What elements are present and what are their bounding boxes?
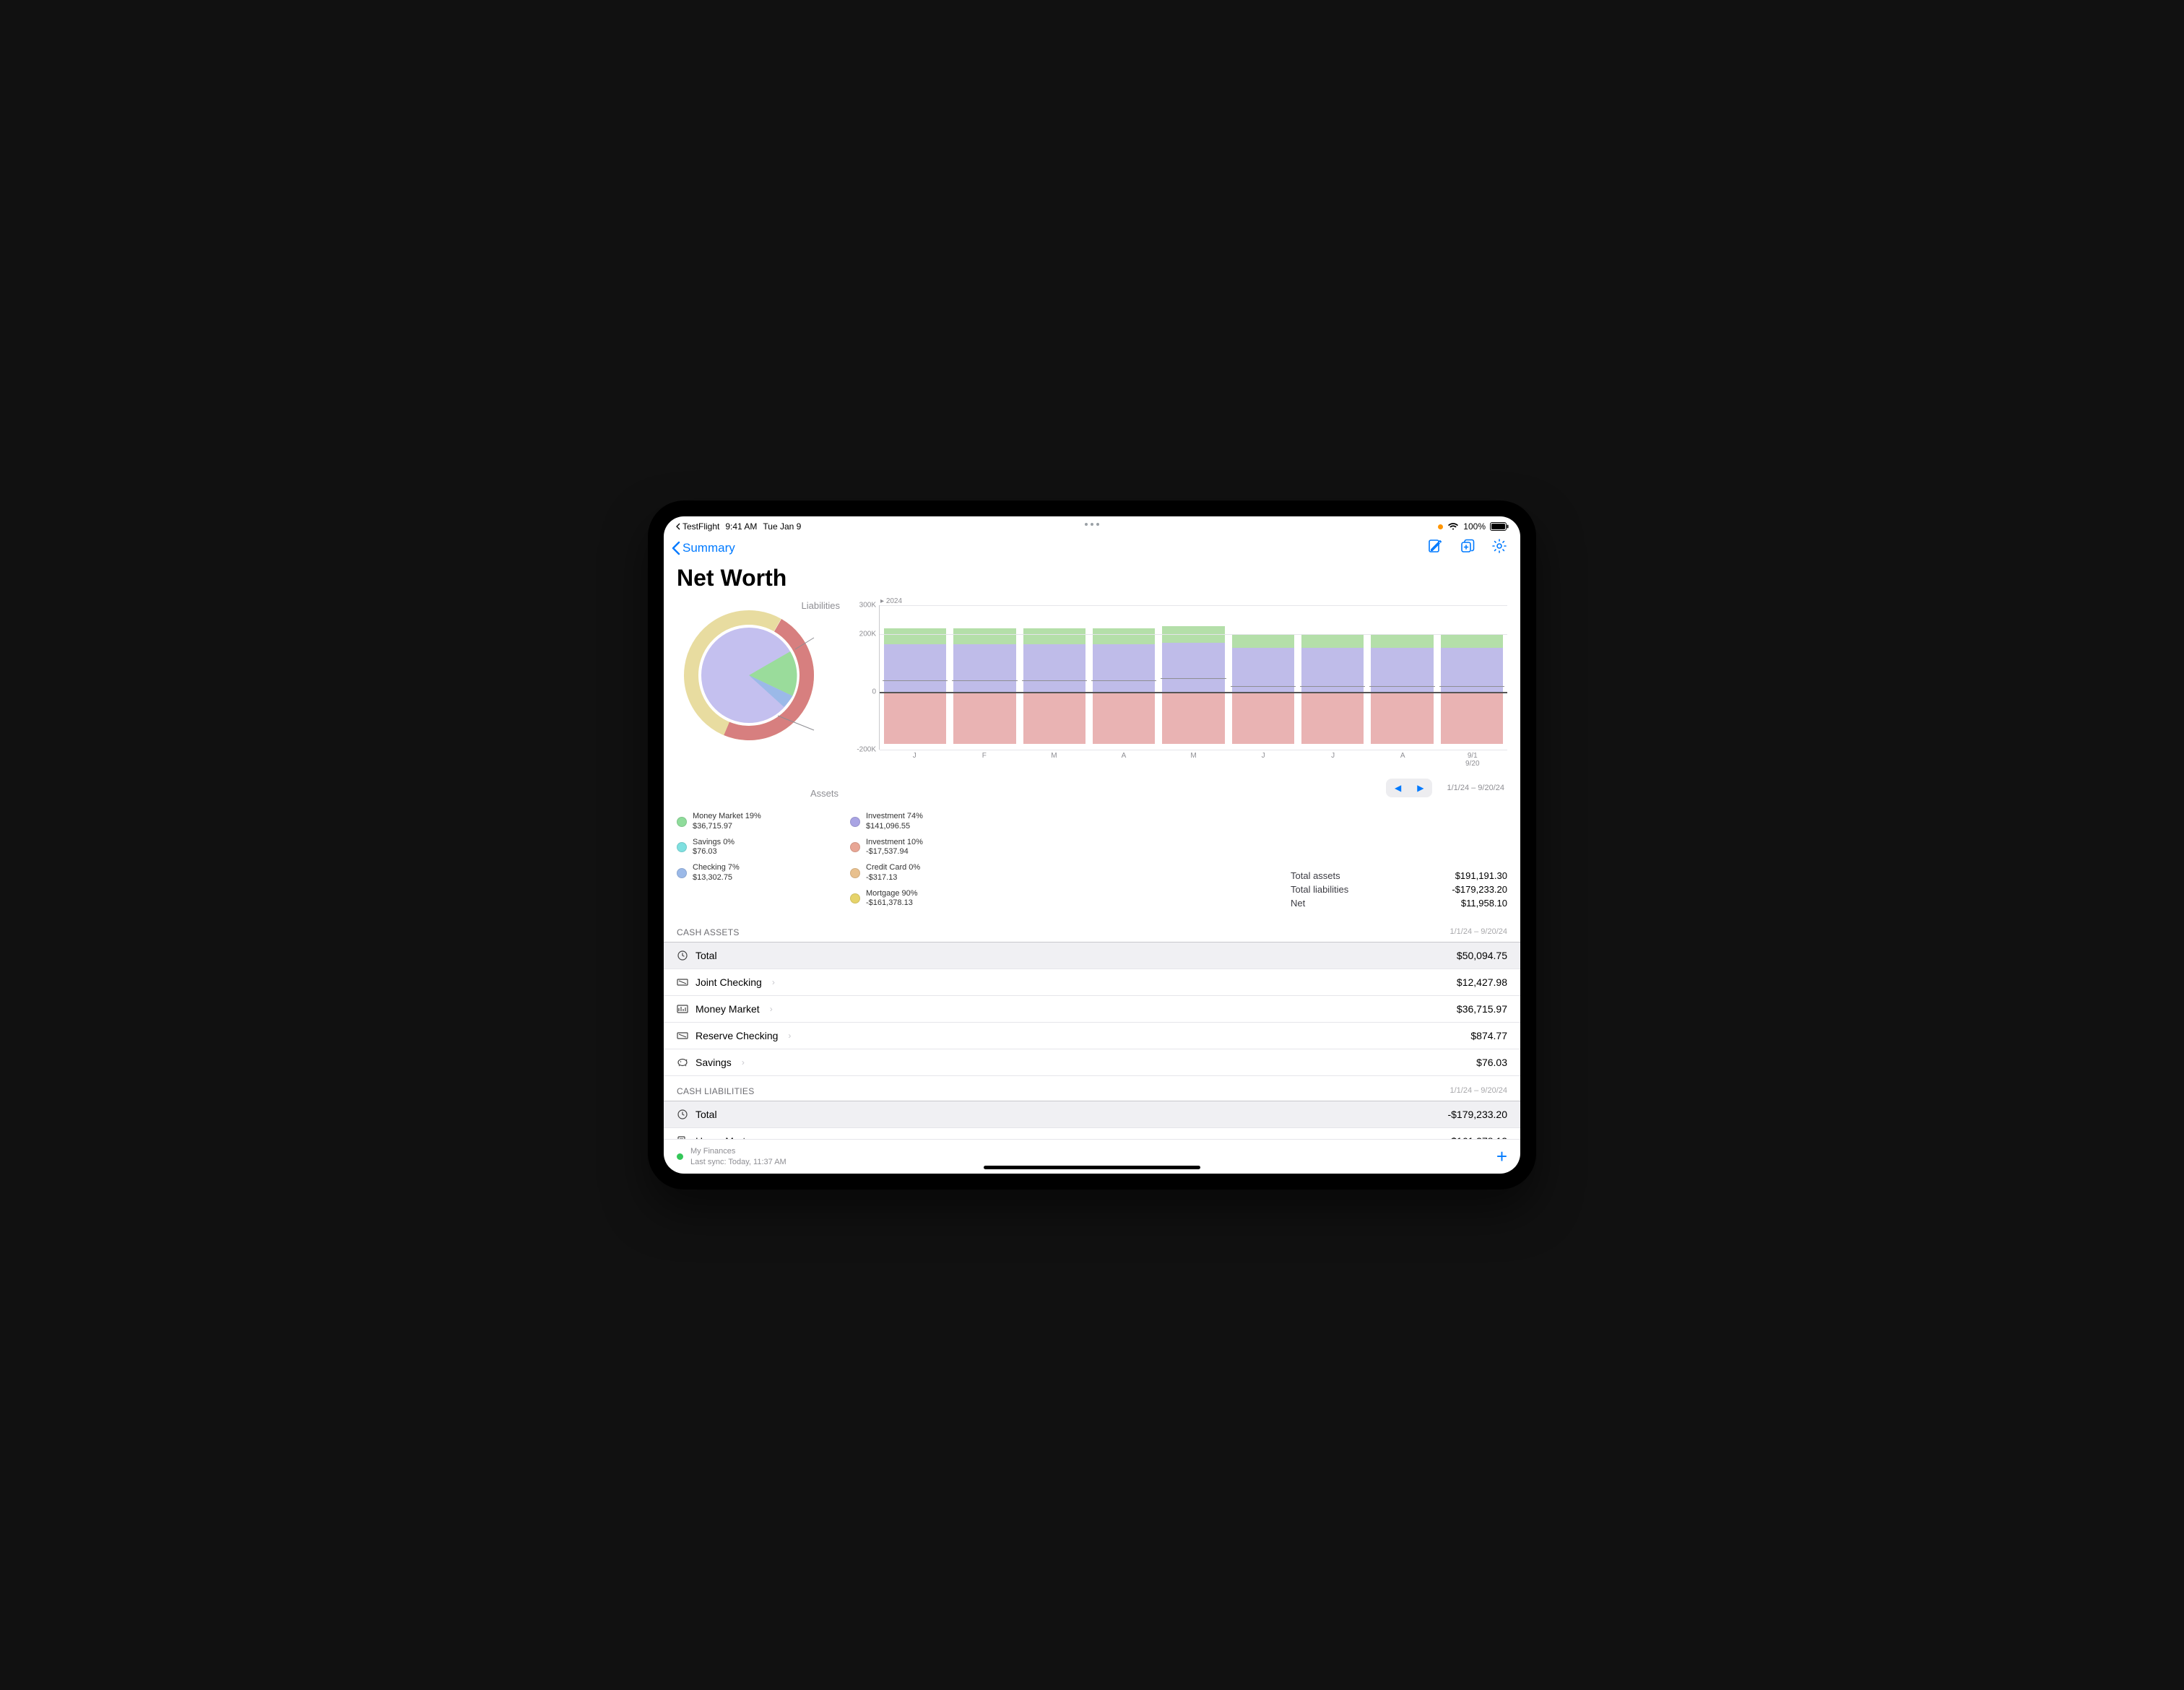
chevron-right-icon: › xyxy=(788,1031,791,1041)
chevron-right-icon: › xyxy=(742,1057,745,1067)
statusbar-breadcrumb[interactable]: TestFlight xyxy=(675,521,719,532)
legend-item: Credit Card 0%-$317.13 xyxy=(850,863,1002,883)
legend-item: Investment 74%$141,096.55 xyxy=(850,812,1002,832)
legend-item: Checking 7%$13,302.75 xyxy=(677,863,828,883)
legend-item: Savings 0%$76.03 xyxy=(677,838,828,858)
duplicate-icon[interactable] xyxy=(1460,538,1476,558)
legend-column: Investment 74%$141,096.55 Investment 10%-… xyxy=(850,812,1002,909)
x-label: A xyxy=(1368,750,1438,770)
x-label: J xyxy=(1228,750,1299,770)
y-tick: 0 xyxy=(872,688,876,696)
section-header-liabilities: CASH LIABILITIES 1/1/24 – 9/20/24 xyxy=(664,1076,1520,1101)
next-arrow-icon[interactable]: ▶ xyxy=(1417,783,1424,793)
x-label: M xyxy=(1019,750,1089,770)
legend-item: Mortgage 90%-$161,378.13 xyxy=(850,889,1002,909)
section-header-assets: CASH ASSETS 1/1/24 – 9/20/24 xyxy=(664,917,1520,942)
bar-column xyxy=(1231,605,1296,750)
statusbar-date: Tue Jan 9 xyxy=(763,521,801,532)
add-button[interactable]: + xyxy=(1496,1145,1507,1168)
statusbar-battery-pct: 100% xyxy=(1463,521,1486,532)
bar-column xyxy=(1369,605,1434,750)
bar-column xyxy=(952,605,1017,750)
account-icon xyxy=(677,1003,688,1015)
x-label: A xyxy=(1089,750,1159,770)
bar-chart: ▸ 2024 300K200K0-200K JFMAMJJA9/19/20 ◀ … xyxy=(850,597,1507,799)
chart-date-range: 1/1/24 – 9/20/24 xyxy=(1447,784,1504,792)
account-row[interactable]: Home Mortgage›-$161,378.13 xyxy=(664,1128,1520,1139)
account-row[interactable]: Reserve Checking›$874.77 xyxy=(664,1023,1520,1049)
y-tick: 200K xyxy=(859,630,876,638)
x-label: 9/19/20 xyxy=(1438,750,1508,770)
sync-status-dot-icon xyxy=(677,1153,683,1160)
pie-chart: Liabilities xyxy=(677,597,843,799)
multitask-grabber-icon[interactable] xyxy=(1085,523,1099,526)
date-nav-buttons[interactable]: ◀ ▶ xyxy=(1386,779,1432,797)
account-icon xyxy=(677,976,688,988)
compose-icon[interactable] xyxy=(1428,538,1444,558)
page-title: Net Worth xyxy=(664,562,1520,597)
account-row[interactable]: Joint Checking›$12,427.98 xyxy=(664,969,1520,996)
pie-label-liabilities: Liabilities xyxy=(802,600,840,611)
settings-gear-icon[interactable] xyxy=(1491,538,1507,558)
status-bar: TestFlight 9:41 AM Tue Jan 9 100% xyxy=(664,516,1520,534)
wifi-icon xyxy=(1447,522,1459,531)
home-indicator[interactable] xyxy=(984,1166,1200,1169)
bar-column xyxy=(883,605,948,750)
mic-indicator-icon xyxy=(1438,524,1443,529)
legend-item: Money Market 19%$36,715.97 xyxy=(677,812,828,832)
bar-column xyxy=(1022,605,1087,750)
account-icon xyxy=(677,1030,688,1041)
x-label: J xyxy=(880,750,950,770)
x-label: F xyxy=(950,750,1020,770)
account-row[interactable]: Money Market›$36,715.97 xyxy=(664,996,1520,1023)
pie-label-assets: Assets xyxy=(810,788,838,799)
legend-column: Money Market 19%$36,715.97 Savings 0%$76.… xyxy=(677,812,828,909)
statusbar-time: 9:41 AM xyxy=(725,521,757,532)
bar-column xyxy=(1161,605,1226,750)
chevron-right-icon: › xyxy=(772,977,775,987)
battery-icon xyxy=(1490,522,1509,531)
account-icon xyxy=(677,1057,688,1068)
bar-column xyxy=(1300,605,1365,750)
chevron-right-icon: › xyxy=(770,1004,773,1014)
prev-arrow-icon[interactable]: ◀ xyxy=(1395,783,1401,793)
liabilities-total-row[interactable]: Total -$179,233.20 xyxy=(664,1101,1520,1128)
bar-column xyxy=(1091,605,1156,750)
y-tick: -200K xyxy=(857,746,876,754)
x-label: M xyxy=(1158,750,1228,770)
account-row[interactable]: Savings›$76.03 xyxy=(664,1049,1520,1076)
y-tick: 300K xyxy=(859,602,876,610)
clock-icon xyxy=(677,1109,688,1120)
legend-item: Investment 10%-$17,537.94 xyxy=(850,838,1002,858)
sync-time: Last sync: Today, 11:37 AM xyxy=(690,1157,786,1167)
book-name: My Finances xyxy=(690,1146,786,1156)
bar-year-label: ▸ 2024 xyxy=(850,597,1507,605)
x-label: J xyxy=(1298,750,1368,770)
back-button[interactable]: Summary xyxy=(671,541,735,555)
assets-total-row[interactable]: Total $50,094.75 xyxy=(664,942,1520,969)
bar-column xyxy=(1439,605,1504,750)
clock-icon xyxy=(677,950,688,961)
totals-block: Total assets$191,191.30 Total liabilitie… xyxy=(1291,870,1507,909)
